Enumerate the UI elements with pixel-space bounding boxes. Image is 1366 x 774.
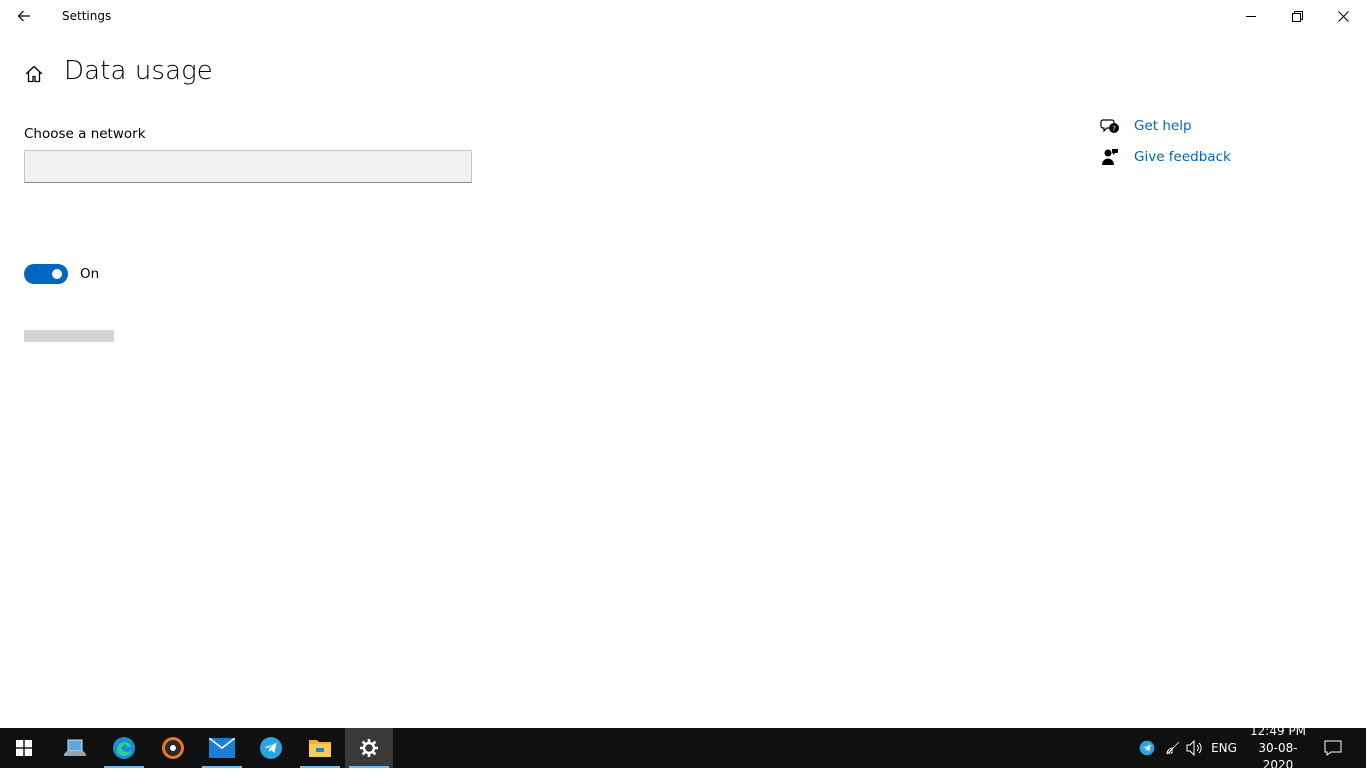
toggle-state-label: On: [80, 266, 100, 282]
windows-logo-icon: [16, 740, 32, 756]
taskbar-this-pc[interactable]: [51, 728, 99, 768]
gear-icon: [360, 739, 378, 757]
minimize-button[interactable]: [1228, 0, 1274, 32]
taskbar-edge[interactable]: [100, 728, 148, 768]
taskbar-settings[interactable]: [345, 728, 393, 768]
back-arrow-icon: [17, 10, 30, 22]
app-title: Settings: [62, 9, 112, 23]
clock-time: 12:49 PM: [1250, 723, 1306, 738]
speaker-icon: [1186, 740, 1202, 756]
taskbar-file-explorer[interactable]: [296, 728, 344, 768]
clock[interactable]: 12:49 PM 30-08-2020: [1244, 724, 1312, 772]
page-title: Data usage: [64, 56, 213, 86]
chat-help-icon: ?: [1100, 116, 1120, 136]
folder-icon: [309, 740, 331, 757]
tray-volume[interactable]: [1184, 728, 1206, 768]
get-help-label: Get help: [1134, 118, 1192, 134]
data-usage-toggle[interactable]: [24, 264, 68, 284]
restore-icon: [1291, 10, 1303, 22]
telegram-tray-icon: [1139, 740, 1155, 756]
network-dropdown[interactable]: [24, 150, 472, 183]
taskbar: ENG 12:49 PM 30-08-2020: [0, 724, 1366, 772]
back-button[interactable]: [0, 0, 48, 32]
close-icon: [1337, 10, 1349, 22]
taskbar-mail[interactable]: [198, 728, 246, 768]
close-button[interactable]: [1320, 0, 1366, 32]
restore-button[interactable]: [1274, 0, 1320, 32]
laptop-icon: [64, 739, 86, 756]
svg-text:?: ?: [1112, 125, 1116, 133]
network-label: Choose a network: [24, 126, 146, 142]
tray-telegram[interactable]: [1136, 728, 1158, 768]
start-button[interactable]: [0, 728, 48, 768]
wifi-icon: [1166, 741, 1180, 755]
give-feedback-link[interactable]: Give feedback: [1100, 147, 1231, 167]
clock-date: 30-08-2020: [1258, 740, 1298, 772]
mail-icon: [209, 738, 235, 758]
get-help-link[interactable]: ? Get help: [1100, 116, 1192, 136]
loading-placeholder: [24, 330, 114, 342]
toggle-knob: [52, 269, 62, 279]
home-icon: [25, 65, 43, 83]
language-indicator[interactable]: ENG: [1208, 728, 1240, 768]
title-bar: Settings: [0, 0, 1366, 32]
tray-network[interactable]: [1162, 728, 1184, 768]
feedback-icon: [1100, 147, 1120, 167]
action-center-button[interactable]: [1318, 728, 1348, 768]
notification-icon: [1324, 740, 1342, 756]
telegram-icon: [260, 737, 282, 759]
home-button[interactable]: [22, 62, 46, 86]
minimize-icon: [1246, 16, 1256, 17]
taskbar-media-player[interactable]: [149, 728, 197, 768]
taskbar-telegram[interactable]: [247, 728, 295, 768]
give-feedback-label: Give feedback: [1134, 149, 1231, 165]
edge-icon: [113, 737, 135, 759]
media-player-icon: [162, 737, 184, 759]
